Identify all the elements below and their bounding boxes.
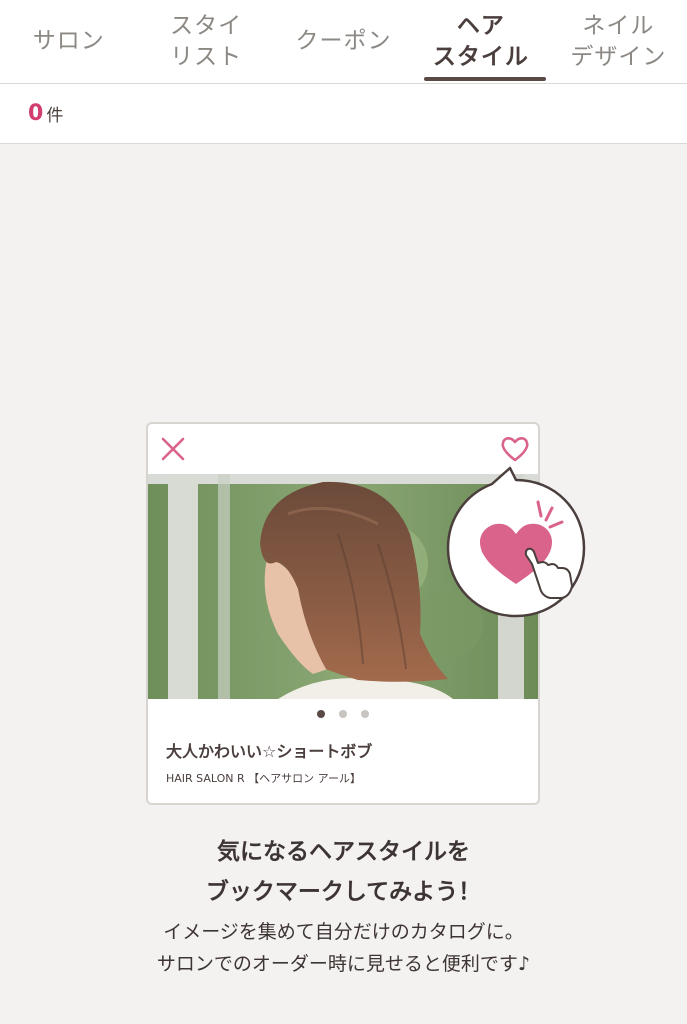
heart-tap-bubble-icon — [446, 466, 586, 618]
carousel-dot — [339, 710, 347, 718]
tab-salon[interactable]: サロン — [0, 0, 137, 83]
heart-outline-icon — [501, 437, 529, 462]
tab-coupon[interactable]: クーポン — [275, 0, 412, 83]
tab-bar: サロン スタイ リスト クーポン ヘア スタイル ネイル デザイン — [0, 0, 687, 84]
close-icon — [161, 437, 185, 461]
style-title: 大人かわいい☆ショートボブ — [166, 742, 373, 761]
tab-stylist-label: スタイ リスト — [170, 12, 243, 70]
headline-line-2: ブックマークしてみよう！ — [205, 879, 482, 905]
description-line-2: サロンでのオーダー時に見せると便利です♪ — [156, 953, 531, 975]
salon-name: HAIR SALON R 【ヘアサロン アール】 — [166, 772, 361, 785]
tab-salon-label: サロン — [32, 28, 105, 54]
empty-state-headline: 気になるヘアスタイルを ブックマークしてみよう！ — [0, 832, 687, 912]
result-count-unit: 件 — [46, 106, 64, 126]
result-count-row: 0 件 — [0, 84, 687, 144]
carousel-dot — [317, 710, 325, 718]
description-line-1: イメージを集めて自分だけのカタログに。 — [163, 921, 524, 943]
active-tab-indicator — [424, 77, 546, 81]
tab-hairstyle[interactable]: ヘア スタイル — [412, 0, 549, 83]
result-count: 0 — [28, 101, 44, 126]
tab-nail-design-label: ネイル デザイン — [570, 12, 667, 70]
tab-nail-design[interactable]: ネイル デザイン — [550, 0, 687, 83]
headline-line-1: 気になるヘアスタイルを — [217, 839, 470, 865]
empty-state-description: イメージを集めて自分だけのカタログに。 サロンでのオーダー時に見せると便利です♪ — [0, 916, 687, 980]
tab-stylist[interactable]: スタイ リスト — [137, 0, 274, 83]
tab-hairstyle-label: ヘア スタイル — [432, 12, 529, 70]
tab-coupon-label: クーポン — [295, 28, 392, 54]
carousel-dot — [361, 710, 369, 718]
carousel-dots — [148, 710, 538, 718]
